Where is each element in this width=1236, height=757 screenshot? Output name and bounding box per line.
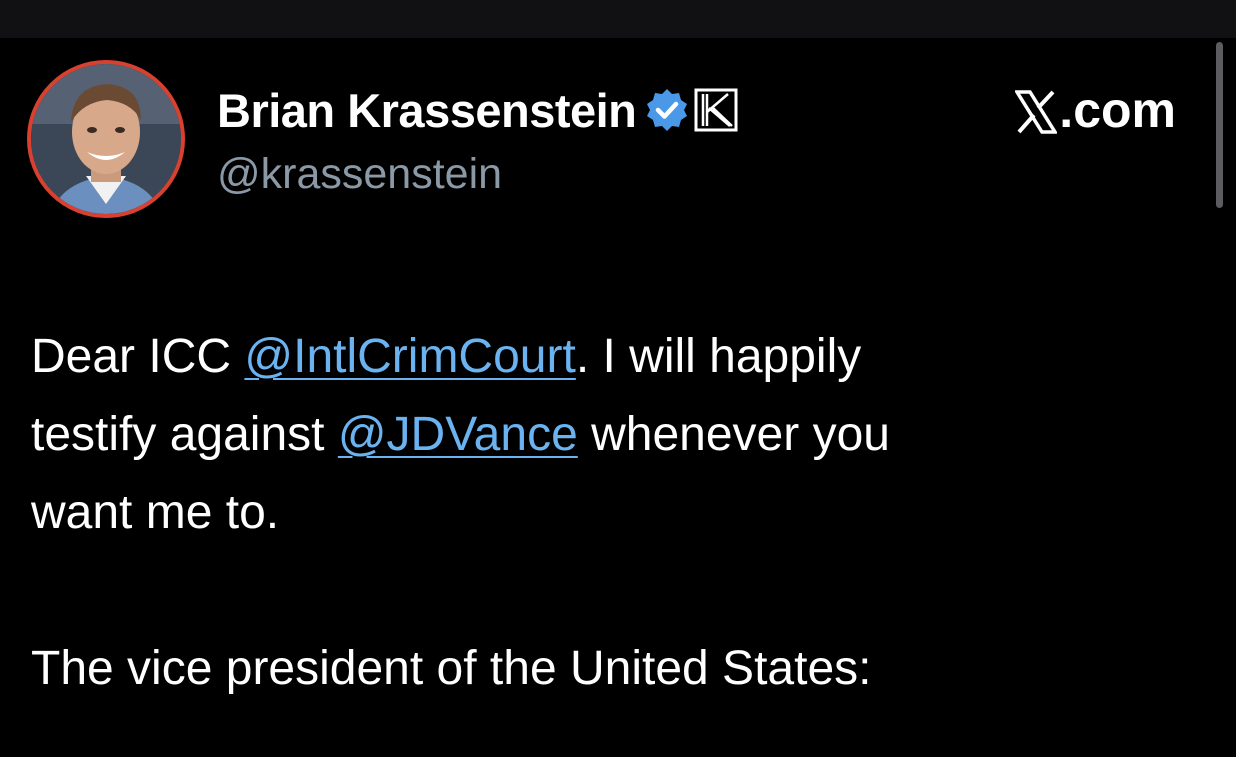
tweet-text-segment: testify against	[31, 408, 338, 461]
author-display-name-row[interactable]: Brian Krassenstein	[217, 80, 738, 140]
author-handle[interactable]: @krassenstein	[217, 150, 502, 199]
scrollbar[interactable]	[1216, 42, 1223, 208]
mention-intlcrimcourt-link[interactable]: @IntlCrimCourt	[244, 330, 575, 383]
author-display-name[interactable]: Brian Krassenstein	[217, 83, 637, 138]
tweet-paragraph-2: The vice president of the United States:	[31, 642, 872, 695]
k-badge-icon	[694, 88, 738, 132]
x-logo-icon	[1014, 88, 1059, 134]
site-label-text: .com	[1059, 82, 1176, 138]
top-bar	[0, 0, 1236, 38]
site-label[interactable]: .com	[1014, 80, 1176, 140]
verified-badge-icon	[644, 87, 690, 133]
tweet-text: Dear ICC @IntlCrimCourt. I will happily …	[31, 318, 1191, 708]
tweet-text-segment: want me to.	[31, 486, 280, 539]
tweet-text-segment: whenever you	[577, 408, 890, 461]
tweet-text-segment: Dear ICC	[31, 330, 245, 383]
avatar[interactable]	[27, 60, 185, 218]
tweet-paragraph-1: Dear ICC @IntlCrimCourt. I will happily …	[31, 318, 1191, 552]
mention-jdvance-link[interactable]: @JDVance	[338, 408, 578, 461]
tweet-text-segment: . I will happily	[575, 330, 862, 383]
